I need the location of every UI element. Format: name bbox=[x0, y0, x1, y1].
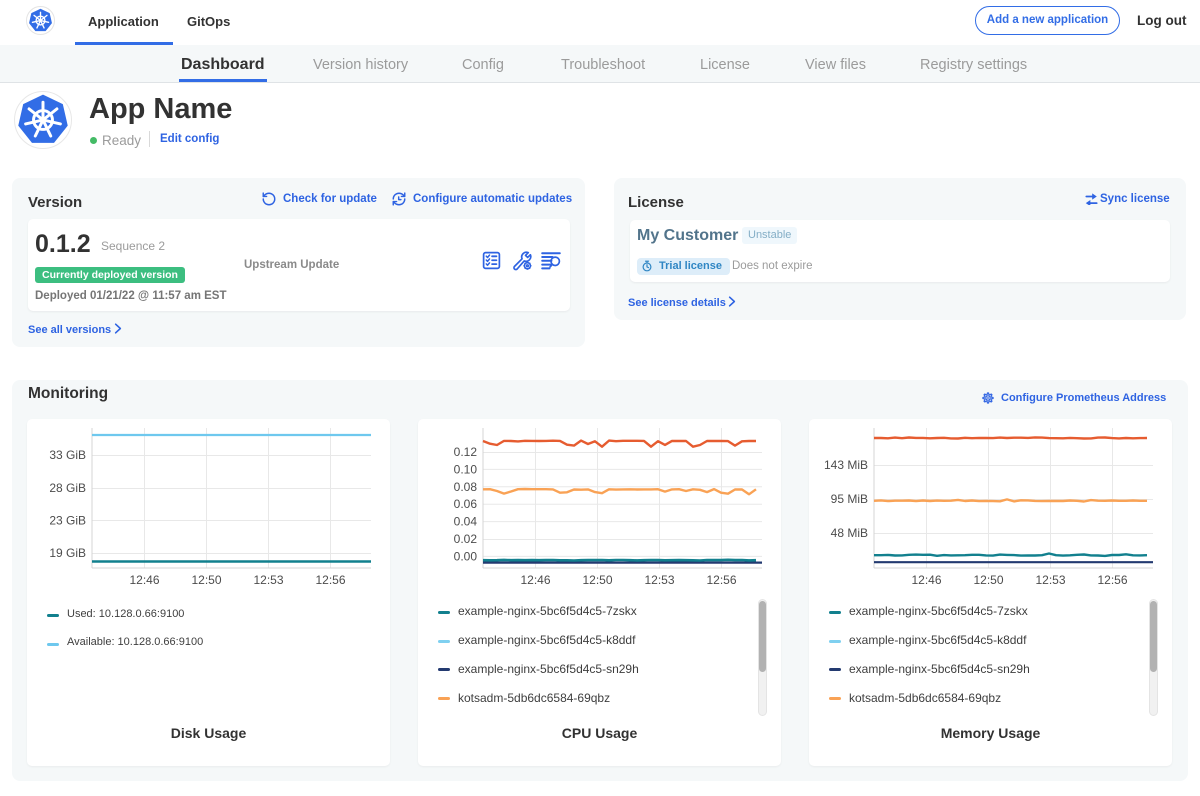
svg-text:95 MiB: 95 MiB bbox=[831, 492, 868, 506]
svg-text:12:46: 12:46 bbox=[911, 573, 941, 587]
svg-text:33 GiB: 33 GiB bbox=[49, 448, 86, 462]
svg-text:0.08: 0.08 bbox=[454, 480, 478, 494]
svg-text:19 GiB: 19 GiB bbox=[49, 546, 86, 560]
svg-text:0.04: 0.04 bbox=[454, 515, 478, 529]
svg-text:0.00: 0.00 bbox=[454, 549, 478, 563]
svg-text:12:56: 12:56 bbox=[1097, 573, 1127, 587]
svg-text:12:53: 12:53 bbox=[1035, 573, 1065, 587]
svg-text:48 MiB: 48 MiB bbox=[831, 526, 868, 540]
svg-text:12:53: 12:53 bbox=[253, 573, 283, 587]
svg-text:28 GiB: 28 GiB bbox=[49, 481, 86, 495]
svg-text:12:56: 12:56 bbox=[706, 573, 736, 587]
svg-text:0.02: 0.02 bbox=[454, 532, 478, 546]
svg-text:0.06: 0.06 bbox=[454, 497, 478, 511]
svg-text:12:56: 12:56 bbox=[315, 573, 345, 587]
svg-text:12:50: 12:50 bbox=[582, 573, 612, 587]
svg-text:12:46: 12:46 bbox=[520, 573, 550, 587]
svg-text:0.10: 0.10 bbox=[454, 462, 478, 476]
svg-text:23 GiB: 23 GiB bbox=[49, 514, 86, 528]
svg-text:0.12: 0.12 bbox=[454, 445, 478, 459]
svg-text:143 MiB: 143 MiB bbox=[824, 458, 868, 472]
svg-text:12:46: 12:46 bbox=[129, 573, 159, 587]
svg-text:12:50: 12:50 bbox=[973, 573, 1003, 587]
svg-text:12:53: 12:53 bbox=[644, 573, 674, 587]
svg-text:12:50: 12:50 bbox=[191, 573, 221, 587]
